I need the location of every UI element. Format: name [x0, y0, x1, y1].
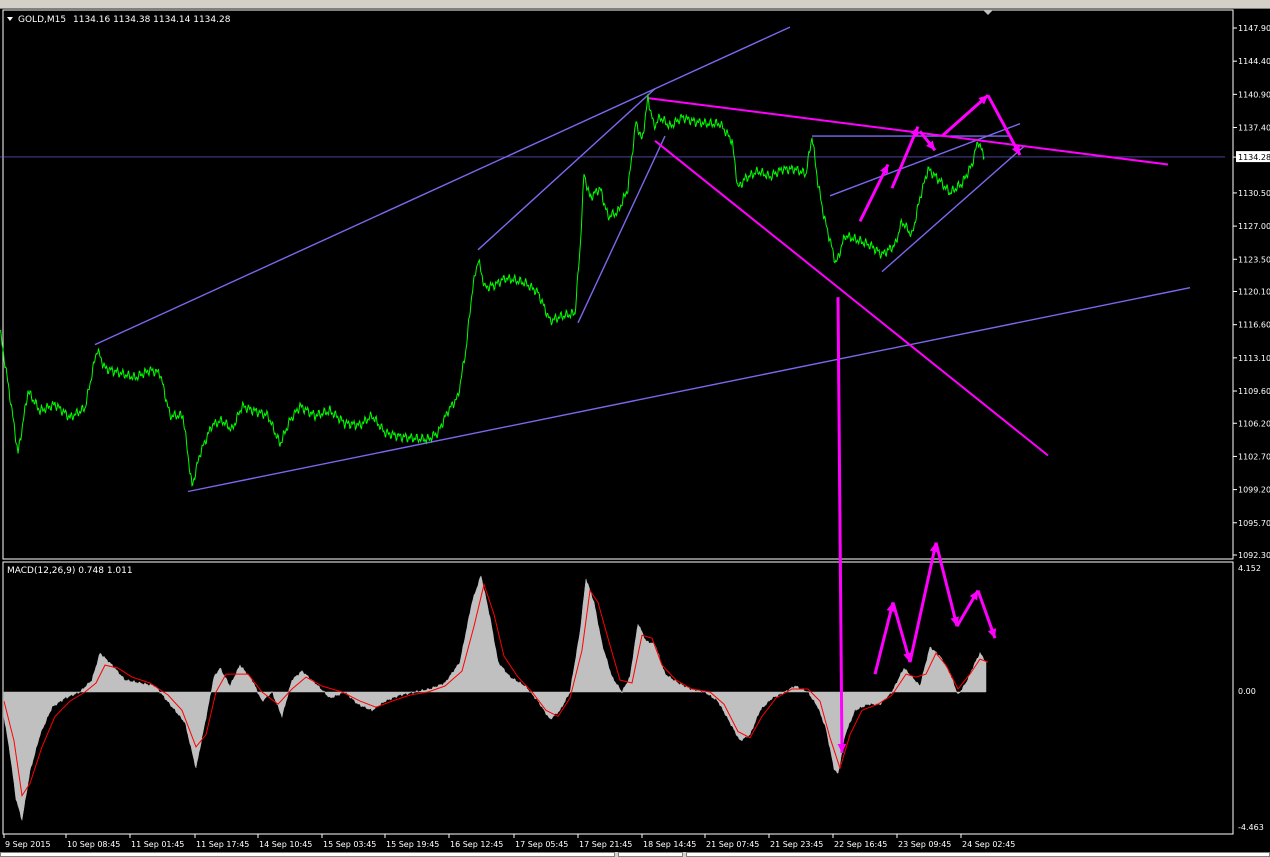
time-label: 23 Sep 09:45: [898, 840, 951, 849]
macd-axis-bottom: -4.463: [1238, 823, 1264, 832]
price-axis: 1147.90 1144.40 1140.90 1137.40 1134.28 1130.…: [1233, 24, 1270, 560]
time-label: 17 Sep 21:45: [579, 840, 632, 849]
price-label: 1106.20: [1238, 419, 1270, 428]
chart-area[interactable]: GOLD,M15 1134.16 1134.38 1134.14 1134.28…: [0, 8, 1270, 852]
price-label: 1140.90: [1238, 90, 1270, 99]
price-label: 1092.30: [1238, 551, 1270, 560]
time-label: 21 Sep 23:45: [770, 840, 823, 849]
time-axis: 9 Sep 2015 10 Sep 08:45 11 Sep 01:45 11 Sep…: [3, 834, 1015, 849]
chart-tab[interactable]: [686, 852, 1270, 857]
time-label: 17 Sep 05:45: [515, 840, 568, 849]
status-strip: [0, 852, 1270, 857]
price-label: 1137.40: [1238, 124, 1270, 133]
macd-label: MACD(12,26,9) 0.748 1.011: [7, 566, 133, 576]
time-label: 24 Sep 02:45: [962, 840, 1015, 849]
time-label: 22 Sep 16:45: [834, 840, 887, 849]
time-label: 21 Sep 07:45: [706, 840, 759, 849]
price-label: 1120.10: [1238, 288, 1270, 297]
price-pane: [2, 9, 1234, 560]
time-label: 11 Sep 01:45: [131, 840, 184, 849]
price-label: 1099.20: [1238, 486, 1270, 495]
price-label: 1109.60: [1238, 387, 1270, 396]
price-label-current: 1134.28: [1238, 153, 1270, 162]
macd-axis-zero: 0.00: [1238, 687, 1256, 696]
price-label: 1144.40: [1238, 57, 1270, 66]
chart-tab[interactable]: [0, 852, 615, 857]
time-label: 15 Sep 19:45: [386, 840, 439, 849]
time-label: 9 Sep 2015: [5, 840, 51, 849]
price-label: 1127.00: [1238, 222, 1270, 231]
chart-tab[interactable]: [618, 852, 683, 857]
price-label: 1113.10: [1238, 354, 1270, 363]
time-label: 10 Sep 08:45: [67, 840, 120, 849]
macd-axis-top: 4.152: [1238, 564, 1261, 573]
ohlc-readout: 1134.16 1134.38 1134.14 1134.28: [73, 15, 231, 25]
symbol-label: GOLD,M15: [18, 15, 66, 25]
time-label: 11 Sep 17:45: [196, 840, 249, 849]
time-label: 18 Sep 14:45: [643, 840, 696, 849]
price-label: 1095.70: [1238, 519, 1270, 528]
time-label: 16 Sep 12:45: [450, 840, 503, 849]
price-label: 1123.50: [1238, 255, 1270, 264]
price-label: 1116.60: [1238, 321, 1270, 330]
time-label: 15 Sep 03:45: [323, 840, 376, 849]
price-label: 1130.50: [1238, 189, 1270, 198]
price-label: 1147.90: [1238, 24, 1270, 33]
time-label: 14 Sep 10:45: [259, 840, 312, 849]
price-label: 1102.70: [1238, 452, 1270, 461]
